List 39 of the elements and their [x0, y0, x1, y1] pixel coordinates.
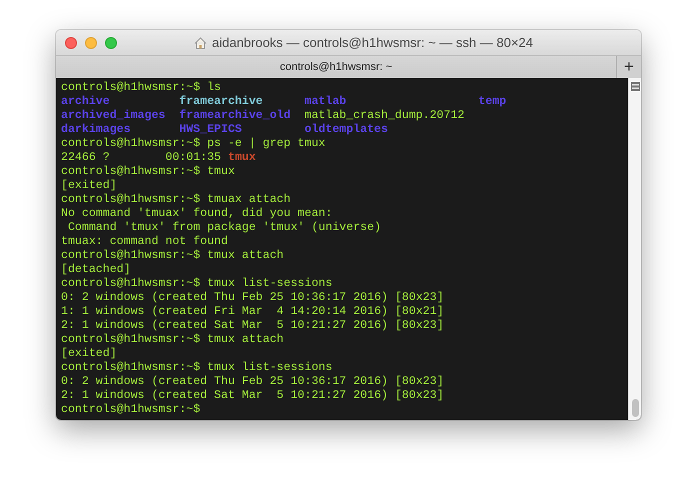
- terminal-line: controls@h1hwsmsr:~$ tmux list-sessions: [61, 361, 334, 375]
- directory-name: oldtemplates: [304, 123, 389, 137]
- terminal-line: controls@h1hwsmsr:~$: [61, 403, 202, 417]
- terminal-line: 2: 1 windows (created Sat Mar 5 10:21:27 2016) [80x23]: [61, 389, 445, 403]
- directory-name: darkimages: [61, 123, 132, 137]
- terminal-tab[interactable]: controls@h1hwsmsr: ~: [56, 56, 616, 78]
- terminal-line: controls@h1hwsmsr:~$ tmux: [61, 165, 236, 179]
- window-title: aidanbrooks — controls@h1hwsmsr: ~ — ssh — 80×24: [212, 35, 533, 50]
- zoom-button[interactable]: [105, 36, 117, 48]
- terminal-line: [detached]: [61, 263, 132, 277]
- terminal-line: Command 'tmux' from package 'tmux' (universe): [66, 221, 382, 235]
- terminal-line: tmuax: command not found: [61, 235, 229, 249]
- terminal-line: controls@h1hwsmsr:~$ tmuax attach: [61, 193, 292, 207]
- directory-name: matlab: [304, 95, 348, 109]
- close-button[interactable]: [65, 36, 77, 48]
- terminal-line: 2: 1 windows (created Sat Mar 5 10:21:27 2016) [80x23]: [61, 319, 445, 333]
- directory-name: archived_images: [61, 109, 166, 123]
- directory-name: temp: [478, 95, 508, 109]
- terminal-line: controls@h1hwsmsr:~$ ls: [61, 81, 222, 95]
- directory-name: HWS_EPICS: [179, 123, 243, 137]
- terminal-line: 22466 ? 00:01:35 tmux: [61, 151, 257, 165]
- directory-name: framearchive_old: [179, 109, 292, 123]
- terminal-line: 0: 2 windows (created Thu Feb 25 10:36:17 2016) [80x23]: [61, 375, 445, 389]
- terminal-line: controls@h1hwsmsr:~$ tmux attach: [61, 333, 285, 347]
- terminal-line: [exited]: [61, 179, 118, 193]
- terminal-line: controls@h1hwsmsr:~$ ps -e | grep tmux: [61, 137, 326, 151]
- terminal-line: No command 'tmuax' found, did you mean:: [61, 207, 334, 221]
- new-tab-button[interactable]: +: [616, 56, 641, 78]
- terminal-line: controls@h1hwsmsr:~$ tmux list-sessions: [61, 277, 334, 291]
- directory-name: framearchive: [179, 95, 264, 109]
- home-icon: [194, 36, 207, 48]
- file-name: matlab_crash_dump.20712: [304, 109, 466, 123]
- directory-name: archive: [61, 95, 111, 109]
- terminal-line: 1: 1 windows (created Fri Mar 4 14:20:14 2016) [80x21]: [61, 305, 445, 319]
- scroll-thumb[interactable]: [632, 399, 638, 417]
- terminal-line: 0: 2 windows (created Thu Feb 25 10:36:17 2016) [80x23]: [61, 291, 445, 305]
- terminal-line: controls@h1hwsmsr:~$ tmux attach: [61, 249, 285, 263]
- terminal-line: [exited]: [61, 347, 118, 361]
- minimize-button[interactable]: [85, 36, 97, 48]
